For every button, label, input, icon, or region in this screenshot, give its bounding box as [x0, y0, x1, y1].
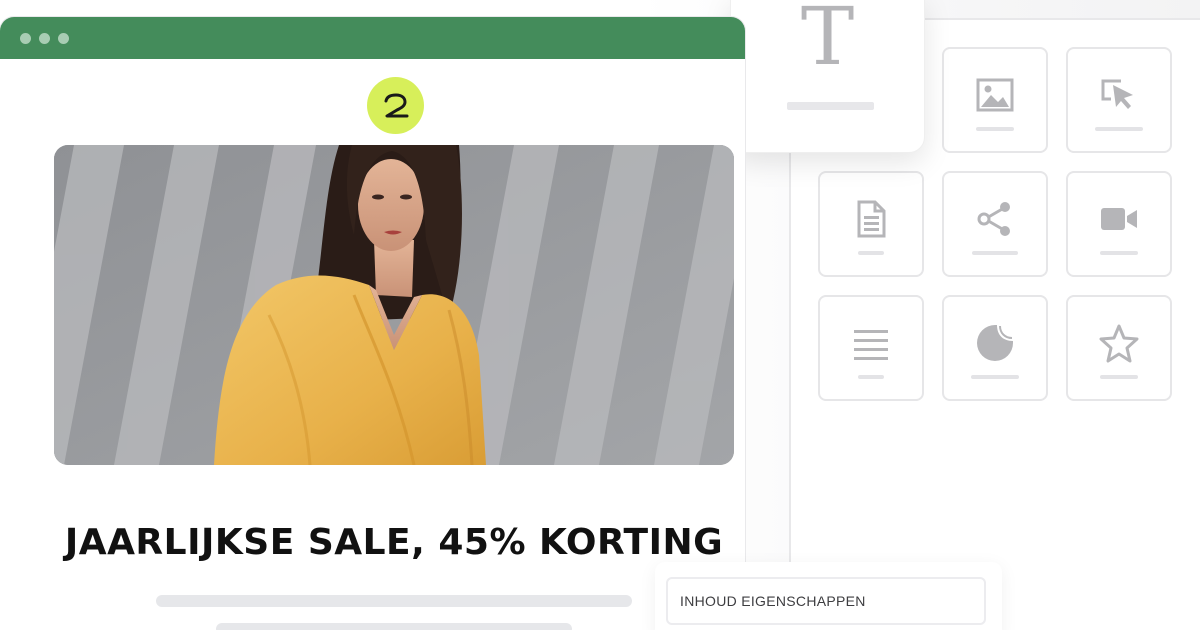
tile-label-placeholder: [858, 375, 884, 379]
body-text-placeholder: [216, 623, 572, 630]
woman-in-yellow-blouse-photo: [54, 145, 734, 465]
tile-label-placeholder: [787, 102, 874, 110]
window-title-bar: [0, 17, 745, 59]
share-icon: [977, 202, 1010, 236]
window-dot-icon: [39, 33, 50, 44]
image-block[interactable]: [942, 47, 1048, 153]
sticker-block[interactable]: [942, 295, 1048, 401]
tile-label-placeholder: [976, 127, 1014, 131]
video-block[interactable]: [1066, 171, 1172, 277]
content-properties-tab[interactable]: INHOUD EIGENSCHAPPEN: [666, 577, 986, 625]
tile-label-placeholder: [971, 375, 1019, 379]
body-text-placeholder: [156, 595, 632, 607]
text-block-icon: T: [800, 0, 855, 83]
email-preview-window: JAARLIJKSE SALE, 45% KORTING: [0, 17, 745, 630]
tile-label-placeholder: [972, 251, 1018, 255]
tile-label-placeholder: [858, 251, 884, 255]
document-block[interactable]: [818, 171, 924, 277]
button-cursor-icon: [1101, 79, 1133, 109]
video-icon: [1101, 208, 1137, 230]
button-block[interactable]: [1066, 47, 1172, 153]
rating-block[interactable]: [1066, 295, 1172, 401]
divider-block[interactable]: [818, 295, 924, 401]
share-block[interactable]: [942, 171, 1048, 277]
tile-label-placeholder: [1100, 251, 1138, 255]
tile-label-placeholder: [1095, 127, 1143, 131]
hero-image: [54, 145, 734, 465]
divider-lines-icon: [854, 330, 888, 360]
brand-logo: [367, 77, 424, 134]
document-icon: [857, 200, 886, 238]
window-dot-icon: [20, 33, 31, 44]
text-block-tile[interactable]: T: [730, 0, 925, 153]
tile-label-placeholder: [1100, 375, 1138, 379]
email-headline: JAARLIJKSE SALE, 45% KORTING: [64, 522, 724, 563]
image-icon: [976, 78, 1014, 112]
window-dot-icon: [58, 33, 69, 44]
brand-logo-icon: [384, 93, 408, 117]
sticker-icon: [977, 325, 1013, 361]
star-icon: [1099, 324, 1139, 363]
